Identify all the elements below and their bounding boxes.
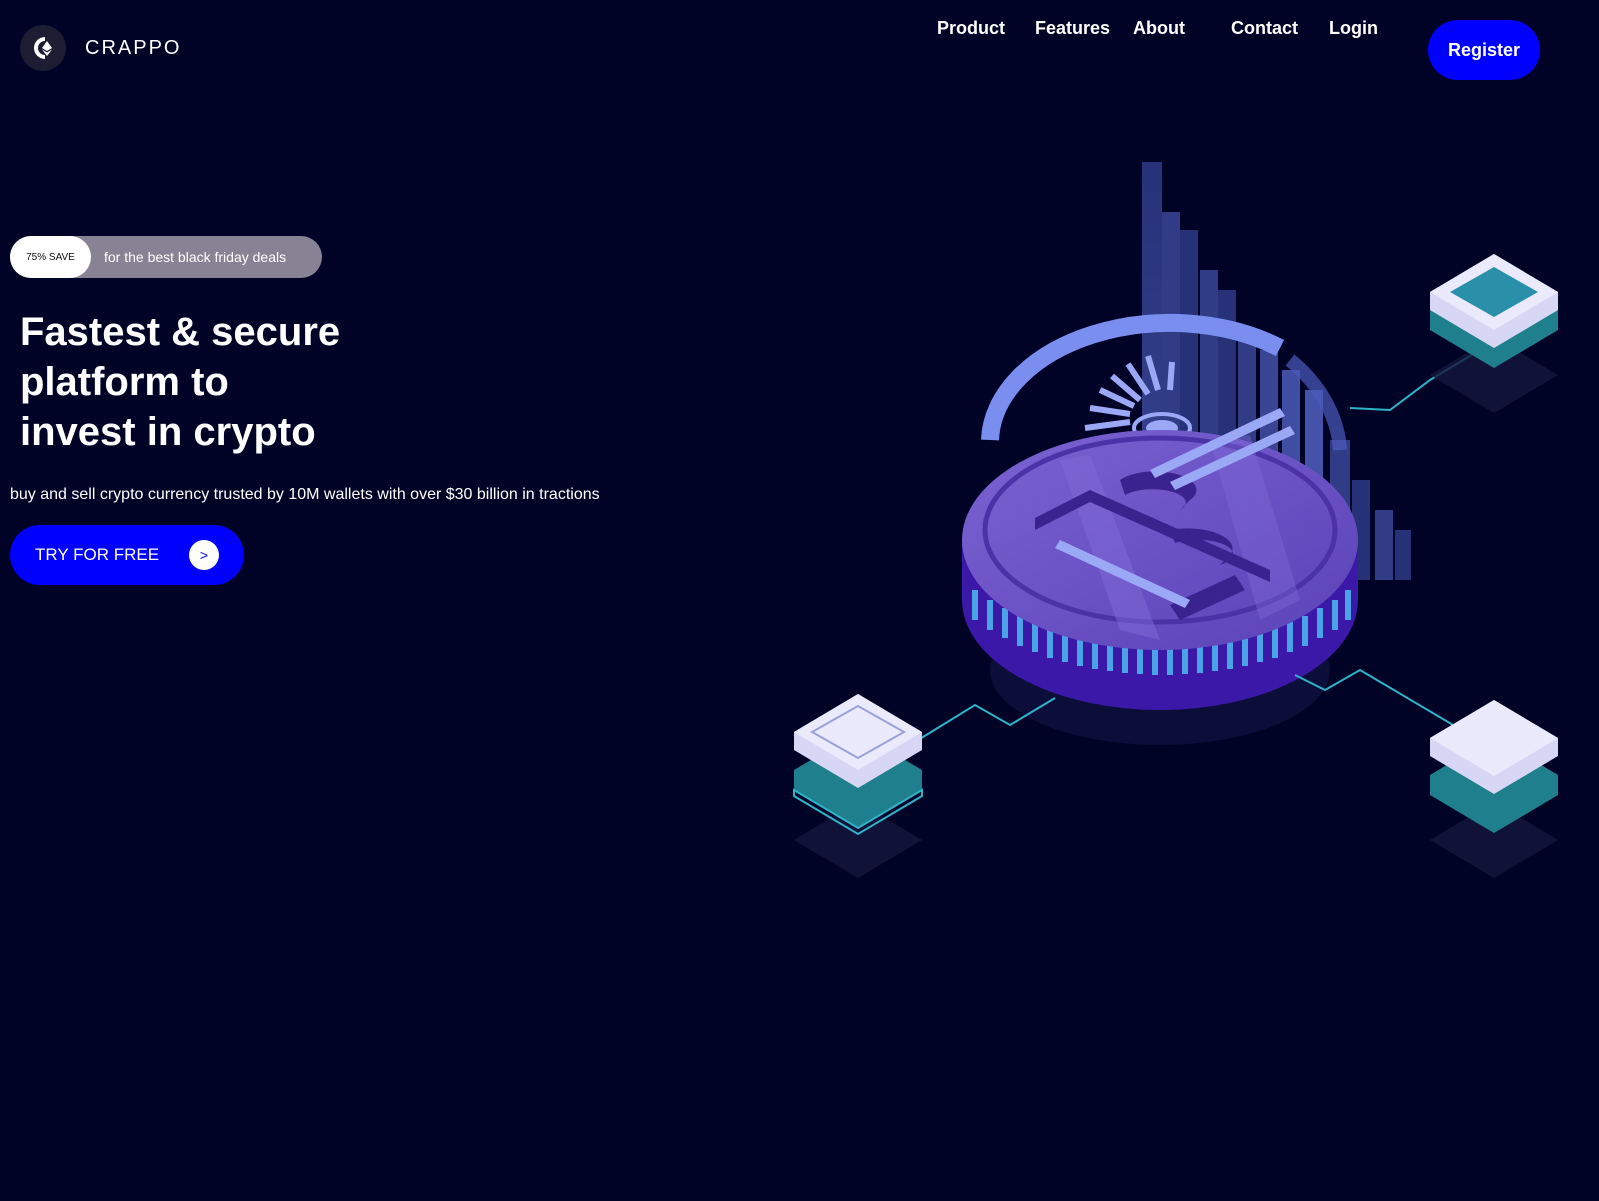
promo-pill: 75% SAVE for the best black friday deals <box>10 236 322 278</box>
nav-features[interactable]: Features <box>1035 18 1110 39</box>
arrow-right-icon: > <box>189 540 219 570</box>
landing-page: CRAPPO Product Features About Contact Lo… <box>0 0 1599 1201</box>
hero-subtitle: buy and sell crypto currency trusted by … <box>10 486 600 503</box>
promo-text: for the best black friday deals <box>104 249 287 265</box>
bitcoin-coin-illustration <box>790 150 1590 890</box>
promo-badge: 75% SAVE <box>10 236 91 278</box>
hero-title-line: Fastest & secure <box>20 310 341 354</box>
hero-title-line: invest in crypto <box>20 410 316 454</box>
brand-name: CRAPPO <box>85 36 182 59</box>
nav-about[interactable]: About <box>1133 18 1185 39</box>
nav-contact[interactable]: Contact <box>1231 18 1298 39</box>
try-for-free-button[interactable]: TRY FOR FREE > <box>10 525 244 585</box>
cta-label: TRY FOR FREE <box>35 545 160 564</box>
site-header: CRAPPO Product Features About Contact Lo… <box>0 0 1599 100</box>
brand-logo[interactable]: CRAPPO <box>20 25 181 71</box>
hero-title-line: platform to <box>20 360 229 404</box>
crappo-logo-icon <box>20 25 66 71</box>
register-button[interactable]: Register <box>1428 20 1540 80</box>
hero-title: Fastest & secure platform to invest in c… <box>20 307 440 457</box>
nav-login[interactable]: Login <box>1329 18 1378 39</box>
nav-product[interactable]: Product <box>937 18 1005 39</box>
